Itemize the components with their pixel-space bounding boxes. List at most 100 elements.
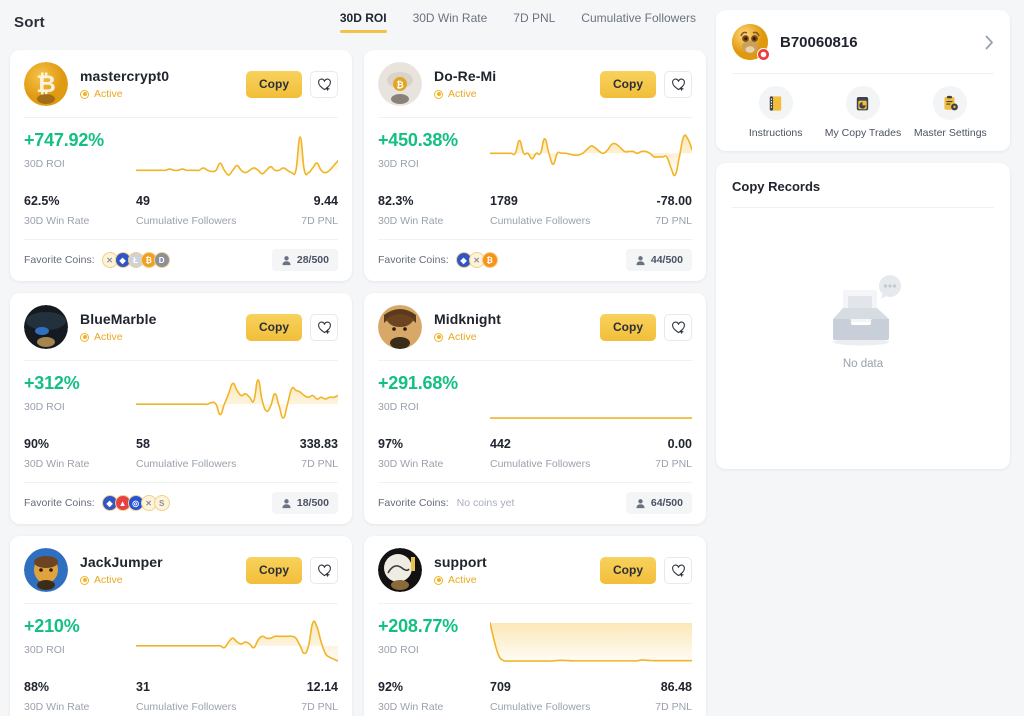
status-badge: Active <box>434 88 496 100</box>
tab-7d-pnl[interactable]: 7D PNL <box>513 11 555 33</box>
card-actions: Copy <box>600 70 692 98</box>
follower-slots-badge: 64/500 <box>625 492 692 514</box>
followers-label: Cumulative Followers <box>136 215 237 227</box>
roi-block: +210% 30D ROI <box>24 616 136 656</box>
followers-label: Cumulative Followers <box>490 458 591 470</box>
book-icon <box>758 86 793 120</box>
pnl-value: 12.14 <box>306 680 338 694</box>
roi-sparkline-chart <box>136 371 338 427</box>
trader-card[interactable]: BlueMarble Active Copy +312% 30D ROI 90%… <box>10 293 352 524</box>
avatar <box>378 305 422 349</box>
card-header: Midknight Active Copy <box>378 293 692 360</box>
add-favorite-button[interactable] <box>310 556 338 584</box>
chevron-right-icon[interactable] <box>985 35 994 50</box>
stat-pnl: 9.44 7D PNL <box>237 194 338 227</box>
win-rate-value: 82.3% <box>378 194 414 208</box>
empty-state-text: No data <box>842 357 884 370</box>
status-dot-icon <box>434 575 443 585</box>
stat-followers: 709 Cumulative Followers <box>490 680 591 713</box>
roi-sparkline-chart <box>490 371 692 427</box>
pnl-label: 7D PNL <box>655 701 692 713</box>
quick-action-my-copy-trades[interactable]: My Copy Trades <box>819 86 906 139</box>
roi-row: +450.38% 30D ROI <box>378 118 692 190</box>
avatar <box>732 24 770 61</box>
pnl-value: 86.48 <box>660 680 692 694</box>
coin-icon-doge: D <box>153 252 170 268</box>
stat-pnl: -78.00 7D PNL <box>591 194 692 227</box>
quick-action-instructions[interactable]: Instructions <box>732 86 819 139</box>
follower-slots-badge: 18/500 <box>271 492 338 514</box>
card-footer: Favorite Coins: No coins yet 64/500 <box>378 483 692 524</box>
trader-cards-scroll-area[interactable]: ₿ mastercrypt0 Active Copy +747.92% 30D … <box>0 44 716 716</box>
trader-card[interactable]: support Active Copy +208.77% 30D ROI 92%… <box>364 536 706 716</box>
win-rate-value: 90% <box>24 437 50 451</box>
person-icon <box>282 255 291 265</box>
add-favorite-button[interactable] <box>664 313 692 341</box>
copy-button[interactable]: Copy <box>600 70 656 98</box>
copy-records-panel: Copy Records No data <box>716 163 1010 469</box>
copy-button[interactable]: Copy <box>600 556 656 584</box>
roi-block: +208.77% 30D ROI <box>378 616 490 656</box>
copy-button[interactable]: Copy <box>600 313 656 341</box>
follower-slots-badge: 44/500 <box>625 249 692 271</box>
tab-30d-roi[interactable]: 30D ROI <box>339 11 387 33</box>
coin-list: ◆ ▲ ◎ ✕ S <box>101 495 170 511</box>
roi-value: +291.68% <box>378 373 458 393</box>
stat-followers: 49 Cumulative Followers <box>136 194 237 227</box>
quick-action-master-settings[interactable]: Master Settings <box>907 86 994 139</box>
card-actions: Copy <box>246 70 338 98</box>
trader-identity: mastercrypt0 Active <box>80 68 169 100</box>
card-header: ₿ mastercrypt0 Active Copy <box>24 50 338 117</box>
add-favorite-button[interactable] <box>664 556 692 584</box>
followers-value: 1789 <box>490 194 518 208</box>
copy-button[interactable]: Copy <box>246 70 302 98</box>
card-footer: Favorite Coins: ◆ ▲ ◎ ✕ S 18/500 <box>24 483 338 524</box>
status-dot-icon <box>80 89 89 99</box>
no-coins-text: No coins yet <box>456 497 515 509</box>
roi-sparkline-chart <box>136 128 338 184</box>
trader-card[interactable]: ₿ Do-Re-Mi Active Copy +450.38% 30D ROI … <box>364 50 706 281</box>
person-icon <box>636 255 645 265</box>
trader-identity: BlueMarble Active <box>80 311 156 343</box>
account-row[interactable]: B70060816 <box>732 24 994 61</box>
status-dot-icon <box>80 332 89 342</box>
trader-cards-grid: ₿ mastercrypt0 Active Copy +747.92% 30D … <box>0 44 716 716</box>
avatar: ₿ <box>24 62 68 106</box>
empty-state: No data <box>732 208 994 469</box>
notification-badge-icon <box>757 48 770 61</box>
stats-row: 92% 30D Win Rate 709 Cumulative Follower… <box>378 676 692 716</box>
trader-name: Do-Re-Mi <box>434 68 497 84</box>
tab-30d-win-rate[interactable]: 30D Win Rate <box>413 11 488 33</box>
followers-label: Cumulative Followers <box>136 458 237 470</box>
svg-text:₿: ₿ <box>396 80 403 90</box>
trader-identity: Midknight Active <box>434 311 501 343</box>
followers-value: 442 <box>490 437 511 451</box>
tab-cumulative-followers[interactable]: Cumulative Followers <box>581 11 696 33</box>
stat-pnl: 86.48 7D PNL <box>591 680 692 713</box>
roi-sparkline-chart <box>490 614 692 670</box>
account-name: B70060816 <box>780 33 858 51</box>
quick-actions: Instructions My Copy Trades Master Setting… <box>732 74 994 139</box>
add-favorite-button[interactable] <box>664 70 692 98</box>
add-favorite-button[interactable] <box>310 313 338 341</box>
trader-card[interactable]: ₿ mastercrypt0 Active Copy +747.92% 30D … <box>10 50 352 281</box>
roi-label: 30D ROI <box>24 158 65 170</box>
card-header: ₿ Do-Re-Mi Active Copy <box>378 50 692 117</box>
roi-row: +747.92% 30D ROI <box>24 118 338 190</box>
copy-button[interactable]: Copy <box>246 313 302 341</box>
heart-plus-icon <box>317 78 331 91</box>
trader-card[interactable]: Midknight Active Copy +291.68% 30D ROI 9… <box>364 293 706 524</box>
follower-slots-text: 18/500 <box>296 497 329 509</box>
stats-row: 88% 30D Win Rate 31 Cumulative Followers… <box>24 676 338 716</box>
copy-button[interactable]: Copy <box>246 556 302 584</box>
status-text: Active <box>94 574 123 586</box>
avatar: ₿ <box>378 62 422 106</box>
avatar <box>24 305 68 349</box>
status-text: Active <box>448 574 477 586</box>
trader-card[interactable]: JackJumper Active Copy +210% 30D ROI 88%… <box>10 536 352 716</box>
roi-block: +291.68% 30D ROI <box>378 373 490 413</box>
card-actions: Copy <box>246 556 338 584</box>
pnl-label: 7D PNL <box>301 701 338 713</box>
add-favorite-button[interactable] <box>310 70 338 98</box>
status-dot-icon <box>80 575 89 585</box>
